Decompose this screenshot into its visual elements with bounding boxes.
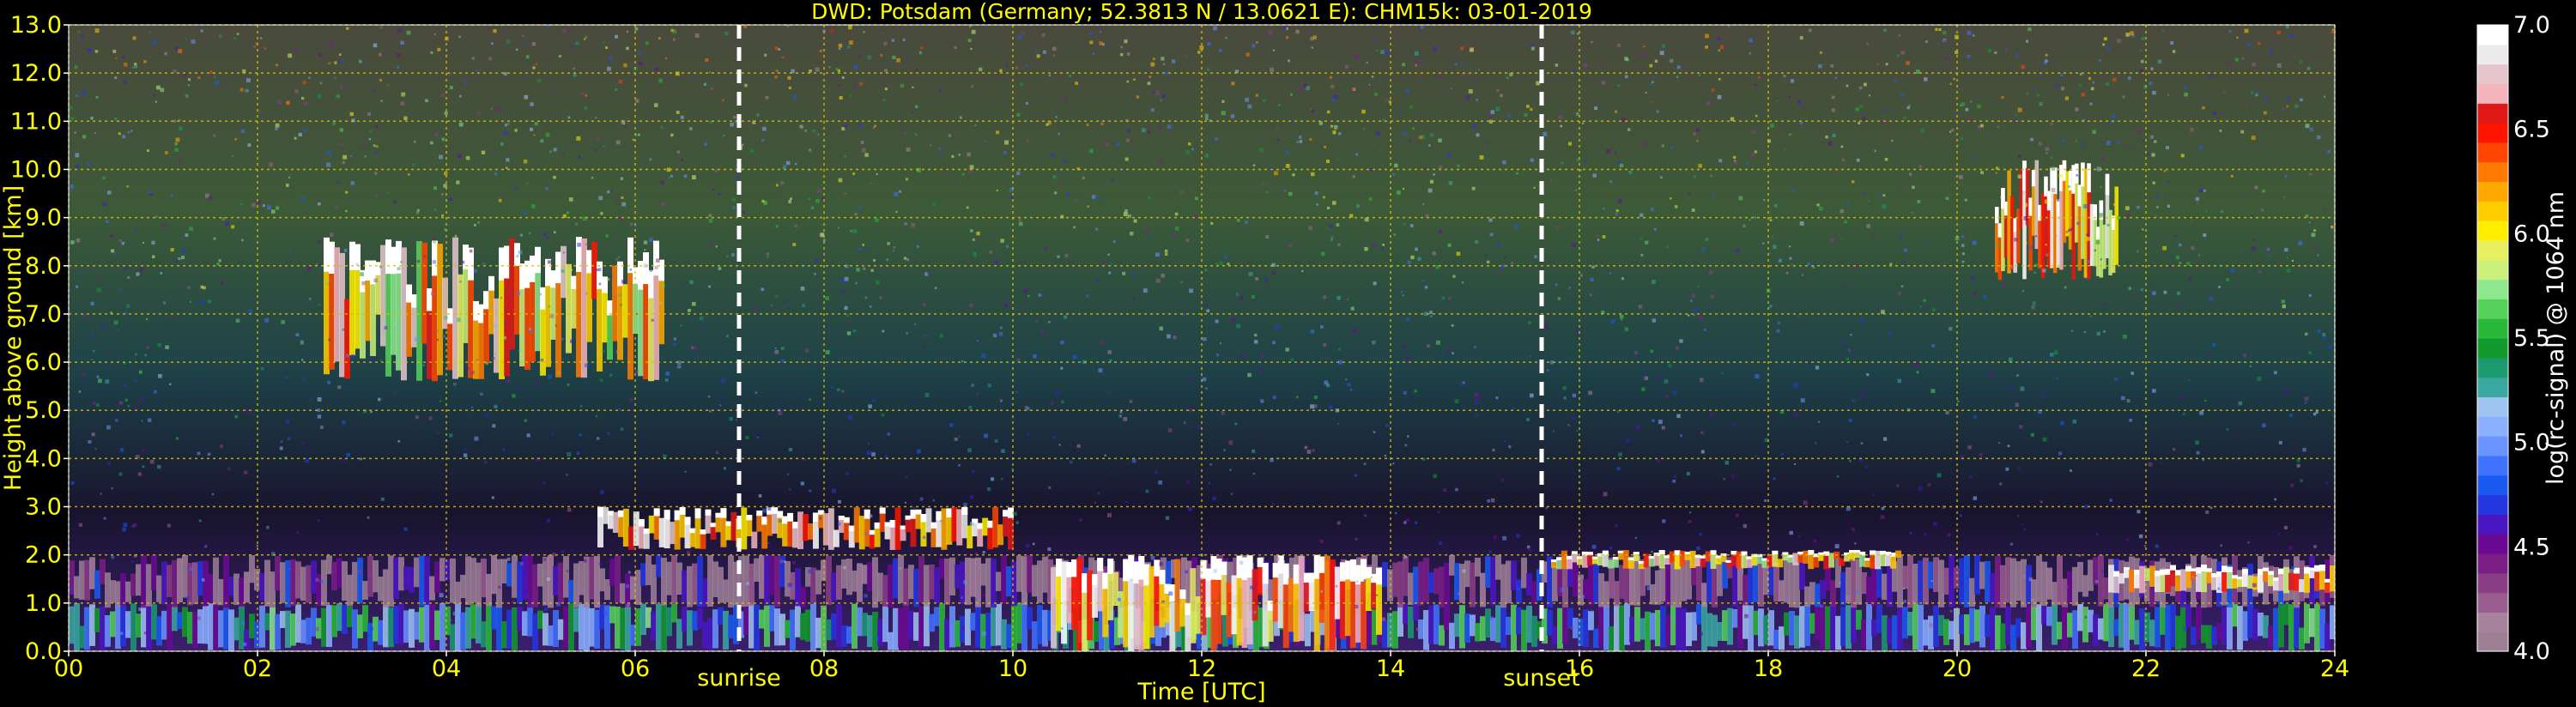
colorbar-swatch [2477,142,2508,163]
colorbar-swatch [2477,279,2508,299]
x-tick-label: 24 [2320,656,2349,682]
colorbar-label: log(rc-signal) @ 1064 nm [2543,191,2569,485]
colorbar-swatch [2477,201,2508,221]
colorbar-swatch [2477,338,2508,359]
x-tick-label: 20 [1943,656,1972,682]
y-tick-label: 1.0 [25,590,62,617]
colorbar-swatch [2477,83,2508,104]
y-tick-label: 6.0 [25,349,62,376]
x-tick-label: 14 [1376,656,1405,682]
colorbar-swatch [2477,239,2508,261]
colorbar-swatch [2477,357,2508,378]
colorbar-swatch [2477,416,2508,437]
colorbar-swatch [2477,377,2508,398]
colorbar-swatch [2477,553,2508,574]
x-tick-label: 10 [998,656,1027,682]
colorbar-swatch [2477,259,2508,281]
colorbar-swatch [2477,534,2508,554]
y-tick-label: 8.0 [25,253,62,280]
y-axis-label: Height above ground [km] [0,185,27,491]
colorbar-tick-label: 6.5 [2513,117,2550,143]
colorbar-swatch [2477,161,2508,183]
colorbar-tick-label: 4.0 [2513,638,2550,665]
y-tick-label: 5.0 [25,397,62,424]
y-tick-label: 4.0 [25,445,62,472]
x-tick-label: 22 [2131,656,2161,682]
x-tick-label: 06 [621,656,650,682]
colorbar-swatch [2477,221,2508,241]
colorbar-swatch [2477,592,2508,613]
colorbar-tick-label: 7.0 [2513,12,2550,39]
y-tick-label: 9.0 [25,205,62,232]
colorbar-tick-label: 4.5 [2513,534,2550,560]
y-tick-label: 2.0 [25,542,62,569]
x-tick-label: 02 [243,656,272,682]
colorbar-swatch [2477,436,2508,456]
colorbar-swatch [2477,181,2508,202]
colorbar-swatch [2477,514,2508,535]
colorbar-swatch [2477,631,2508,652]
colorbar-swatch [2477,572,2508,594]
y-tick-label: 10.0 [10,156,62,183]
x-tick-label: 08 [809,656,839,682]
colorbar-swatch [2477,123,2508,143]
x-tick-label: 18 [1754,656,1783,682]
colorbar-swatch [2477,63,2508,85]
colorbar-swatch [2477,44,2508,65]
colorbar-swatch [2477,396,2508,417]
ceilometer-figure: sunrise sunset 00 02 04 06 08 10 12 14 16 18 20 22 24… [0,0,2576,707]
y-tick-label: 3.0 [25,494,62,521]
y-tick-label: 11.0 [10,108,62,135]
colorbar-swatch [2477,474,2508,496]
colorbar-swatch [2477,25,2508,45]
y-tick-label: 13.0 [10,12,62,39]
y-tick-label: 0.0 [25,638,62,665]
plot-area: sunrise sunset [68,24,2336,692]
colorbar-swatch [2477,455,2508,476]
x-tick-label: 16 [1565,656,1594,682]
x-axis-label: Time [UTC] [1136,679,1265,705]
chart-title: DWD: Potsdam (Germany; 52.3813 N / 13.06… [811,0,1592,24]
colorbar-swatch [2477,318,2508,339]
y-tick-label: 12.0 [10,60,62,87]
y-tick-label: 7.0 [25,301,62,328]
colorbar-swatch [2477,612,2508,632]
sunrise-label: sunrise [697,665,781,692]
colorbar-swatch [2477,299,2508,319]
colorbar-swatch [2477,103,2508,124]
x-tick-label: 04 [432,656,461,682]
colorbar-swatch [2477,494,2508,515]
